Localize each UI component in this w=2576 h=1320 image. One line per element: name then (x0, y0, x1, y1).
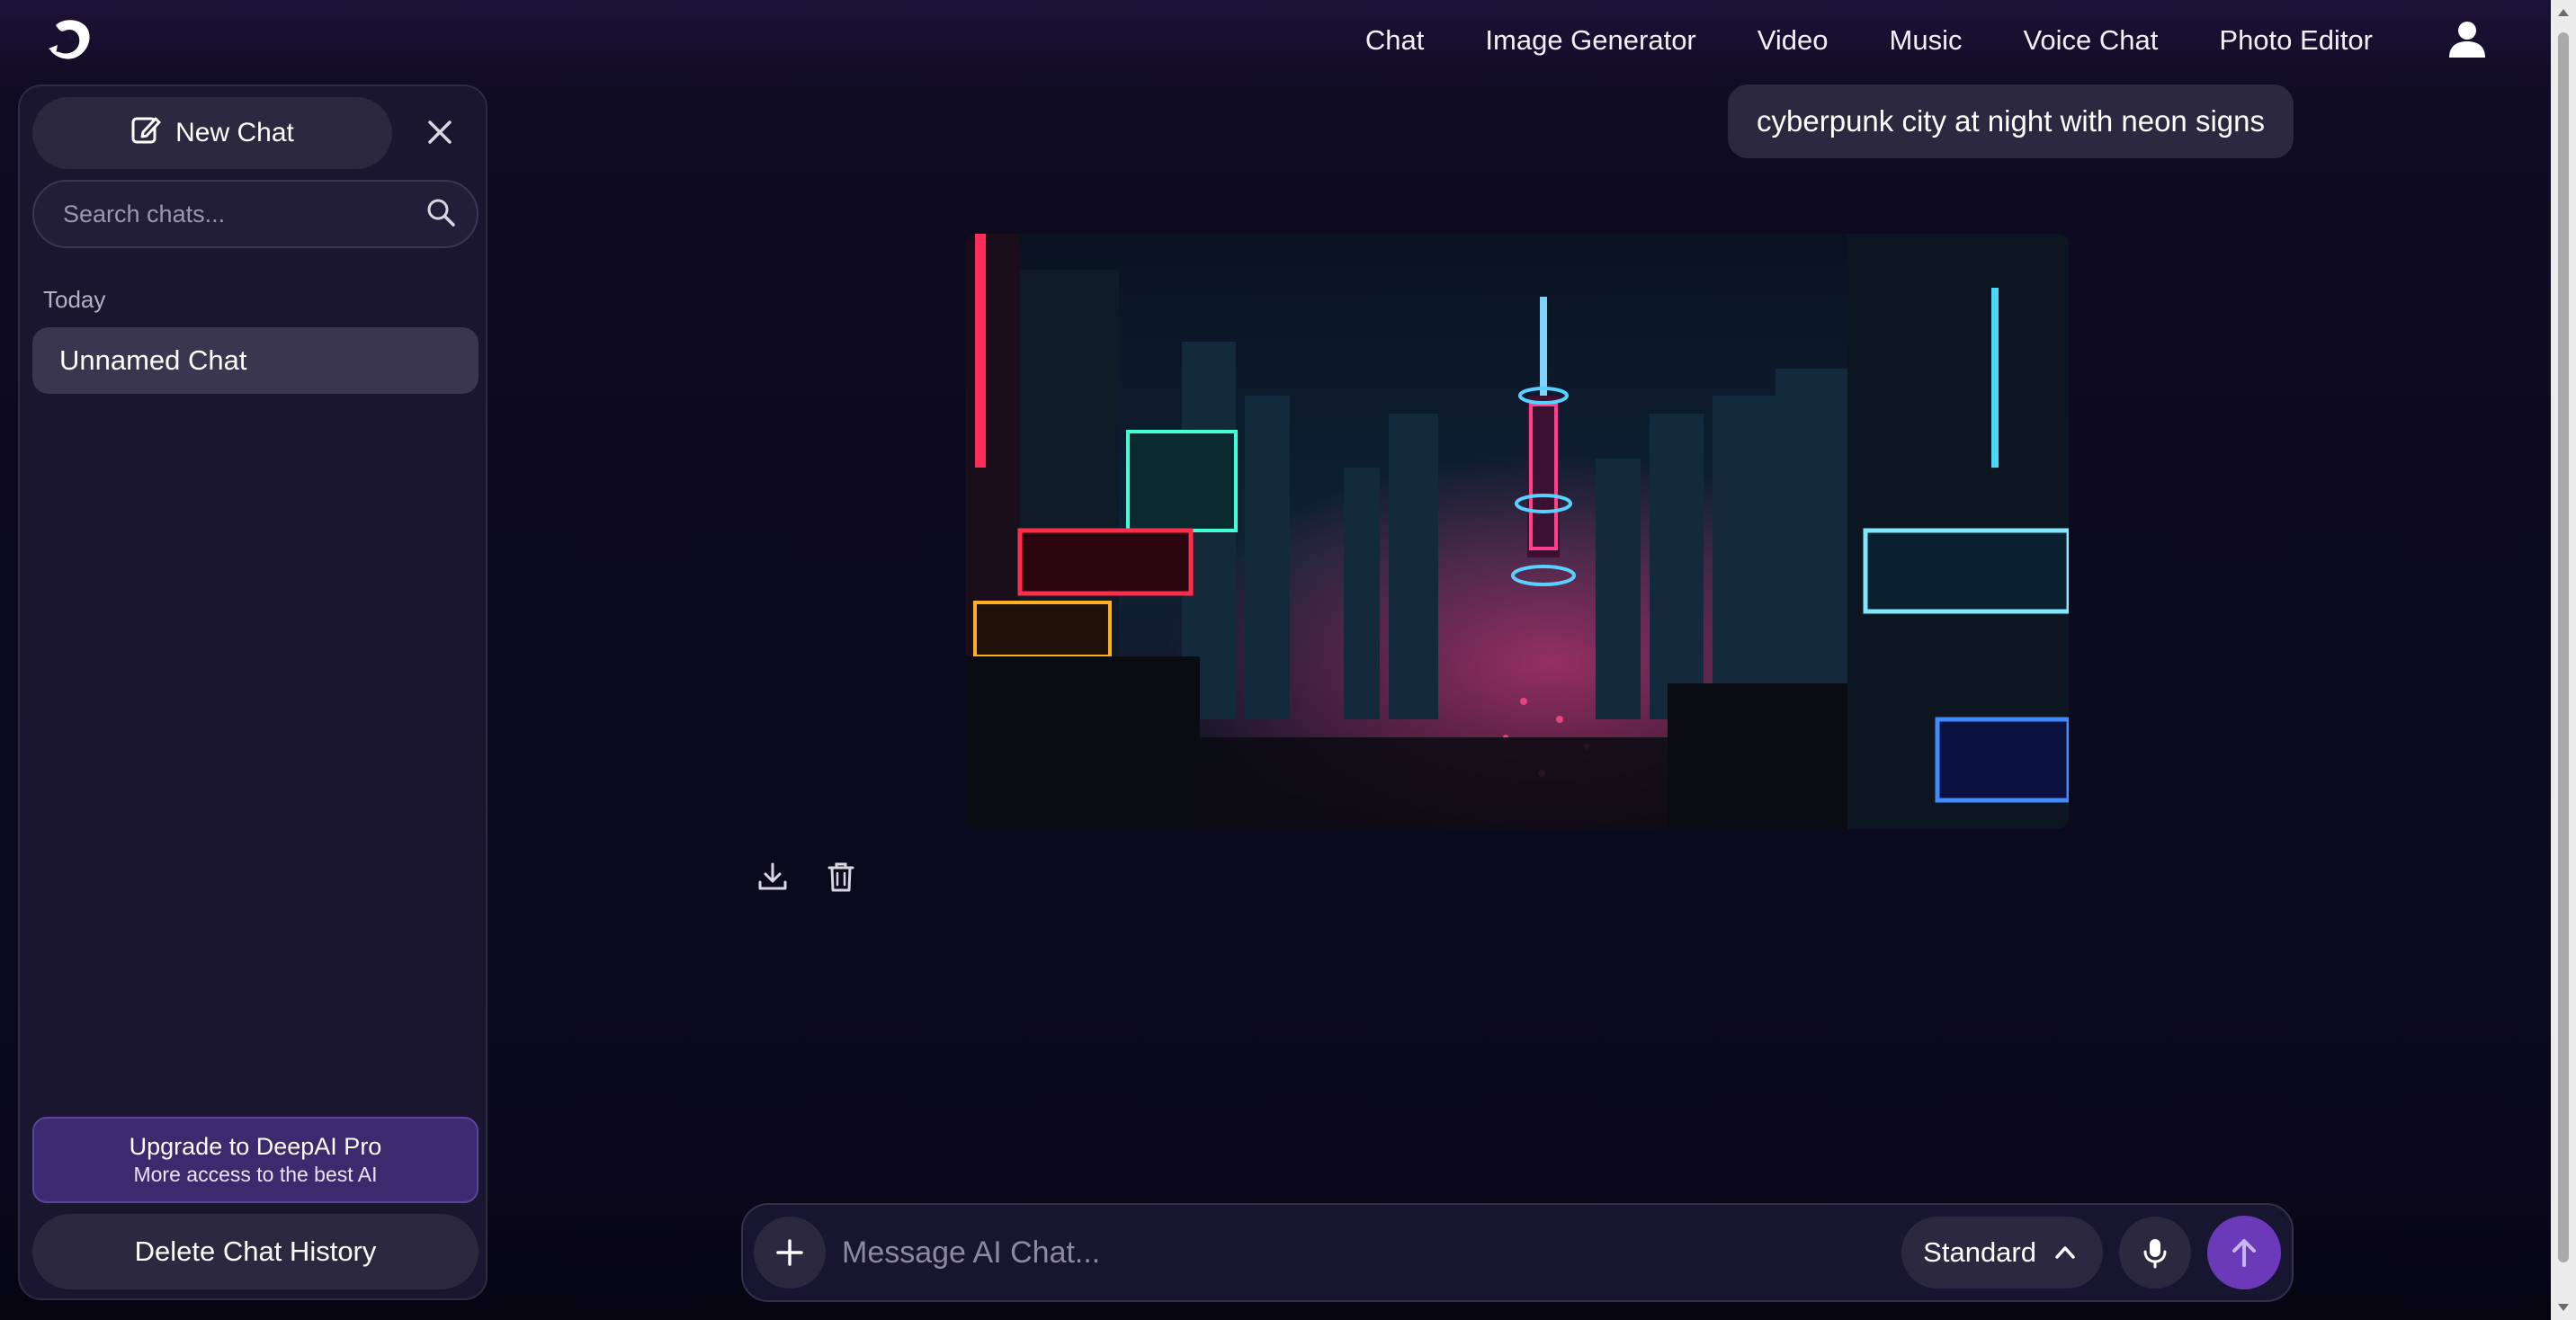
chat-title: Unnamed Chat (59, 344, 247, 376)
plus-icon (776, 1239, 803, 1266)
search-chats-input[interactable]: Search chats... (63, 201, 425, 228)
chat-sidebar: New Chat Search chats... Today Unnamed C… (18, 85, 487, 1300)
model-label: Standard (1923, 1236, 2036, 1268)
deepai-logo-icon[interactable] (43, 13, 97, 67)
generated-image[interactable] (966, 234, 2069, 829)
scrollbar-thumb[interactable] (2558, 32, 2569, 1262)
nav-chat[interactable]: Chat (1335, 24, 1454, 57)
nav-video[interactable]: Video (1727, 24, 1859, 57)
upgrade-subtitle: More access to the best AI (133, 1163, 378, 1186)
scroll-up-arrow-icon[interactable] (2558, 9, 2569, 16)
upgrade-pro-button[interactable]: Upgrade to DeepAI Pro More access to the… (32, 1117, 479, 1203)
new-chat-button[interactable]: New Chat (32, 97, 392, 169)
microphone-button[interactable] (2119, 1217, 2191, 1289)
trash-icon[interactable] (820, 856, 862, 897)
user-message-bubble: cyberpunk city at night with neon signs (1728, 85, 2294, 158)
new-chat-label: New Chat (175, 118, 294, 147)
section-label-today: Today (43, 286, 106, 313)
message-composer: Standard (741, 1203, 2294, 1302)
microphone-icon (2143, 1239, 2167, 1269)
message-input[interactable] (826, 1216, 1902, 1289)
nav-photo-editor[interactable]: Photo Editor (2188, 24, 2403, 57)
chevron-up-icon (2055, 1246, 2075, 1259)
chat-list-item[interactable]: Unnamed Chat (32, 327, 479, 394)
scroll-down-arrow-icon[interactable] (2558, 1304, 2569, 1311)
attach-plus-button[interactable] (754, 1217, 826, 1289)
nav-music[interactable]: Music (1859, 24, 1993, 57)
image-actions (752, 856, 862, 897)
search-icon[interactable] (425, 196, 457, 233)
page-scrollbar[interactable] (2551, 0, 2576, 1320)
close-sidebar-icon[interactable] (419, 111, 461, 153)
delete-history-label: Delete Chat History (134, 1235, 377, 1267)
nav-image-generator[interactable]: Image Generator (1454, 24, 1726, 57)
send-button[interactable] (2207, 1216, 2281, 1289)
model-selector[interactable]: Standard (1901, 1217, 2103, 1289)
nav-voice-chat[interactable]: Voice Chat (1992, 24, 2188, 57)
search-chats-field[interactable]: Search chats... (32, 180, 479, 248)
user-message-text: cyberpunk city at night with neon signs (1757, 104, 2265, 138)
delete-chat-history-button[interactable]: Delete Chat History (32, 1214, 479, 1289)
top-nav: Chat Image Generator Video Music Voice C… (1335, 0, 2497, 81)
upgrade-title: Upgrade to DeepAI Pro (129, 1133, 382, 1160)
user-icon[interactable] (2446, 18, 2488, 59)
edit-icon (130, 114, 161, 152)
arrow-up-icon (2232, 1239, 2256, 1267)
download-icon[interactable] (752, 856, 793, 897)
